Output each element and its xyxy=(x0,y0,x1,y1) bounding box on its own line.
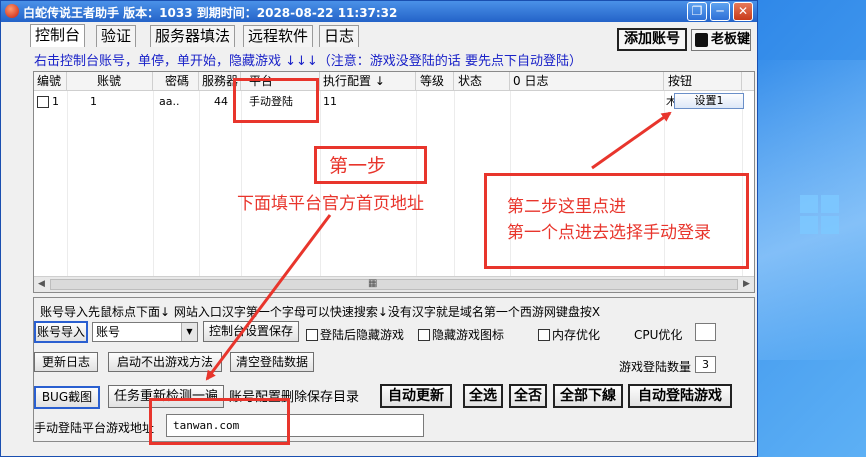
boss-key-icon xyxy=(695,33,708,47)
tab-log[interactable]: 日志 xyxy=(319,25,360,47)
account-select[interactable]: 账号 ▼ xyxy=(92,322,198,342)
minimize-button[interactable]: ─ xyxy=(710,2,730,21)
restore-button[interactable]: ❐ xyxy=(687,2,707,21)
row-checkbox[interactable] xyxy=(37,96,49,108)
cpu-optimize-input[interactable] xyxy=(695,323,716,341)
annotation-step2-line1: 第二步这里点进 xyxy=(507,197,626,217)
boss-key-button[interactable]: 老板键 xyxy=(691,29,751,51)
manual-login-address-label: 手动登陆平台游戏地址 xyxy=(34,421,155,435)
clear-login-data-button[interactable]: 清空登陆数据 xyxy=(230,352,314,372)
annotation-step2-line2: 第一个点进去选择手动登录 xyxy=(507,223,711,243)
memory-optimize-checkbox[interactable]: 内存优化 xyxy=(538,326,600,343)
col-password[interactable]: 密碼 xyxy=(153,72,199,91)
game-login-count-input[interactable]: 3 xyxy=(695,356,716,373)
memory-optimize-label: 内存优化 xyxy=(552,328,601,342)
app-icon xyxy=(5,4,19,18)
col-account[interactable]: 账號 xyxy=(67,72,153,91)
game-login-count-label: 游戏登陆数量 xyxy=(619,360,692,374)
checkbox-box[interactable] xyxy=(418,329,430,341)
checkbox-box[interactable] xyxy=(538,329,550,341)
annotation-step1: 第一步 xyxy=(329,155,387,177)
row-password: aa.. xyxy=(159,95,180,108)
hide-game-icon-checkbox[interactable]: 隐藏游戏图标 xyxy=(418,326,504,343)
console-hint: 右击控制台账号，单停，单开始，隐藏游戏 ↓↓↓（注意：游戏没登陆的话 要先点下自… xyxy=(34,54,582,69)
bug-screenshot-button[interactable]: BUG截图 xyxy=(34,386,100,409)
select-none-button[interactable]: 全否 xyxy=(509,384,547,408)
hide-after-login-label: 登陆后隐藏游戏 xyxy=(320,328,405,342)
tab-verify[interactable]: 验证 xyxy=(96,25,137,47)
import-hint: 账号导入先鼠标点下面↓ 网站入口汉字第一个字母可以快速搜索↓没有汉字就是域名第一… xyxy=(40,305,601,319)
row-server: 44 xyxy=(214,95,228,108)
launch-method-button[interactable]: 启动不出游戏方法 xyxy=(108,352,222,372)
chevron-down-icon: ▼ xyxy=(181,323,197,341)
row-settings-button[interactable]: 设置1 xyxy=(674,93,744,109)
hide-after-login-checkbox[interactable]: 登陆后隐藏游戏 xyxy=(306,326,404,343)
close-button[interactable]: ✕ xyxy=(733,2,753,21)
update-log-button[interactable]: 更新日志 xyxy=(34,352,98,372)
account-select-value: 账号 xyxy=(96,325,121,339)
windows-logo-icon xyxy=(800,195,840,235)
tab-remote-software[interactable]: 远程软件 xyxy=(243,25,314,47)
grid-header: 编號 账號 密碼 服務器 平台 执行配置 ↓ 等级 状态 0 日志 按钮 xyxy=(34,72,754,91)
col-button[interactable]: 按钮 xyxy=(664,72,742,91)
checkbox-box[interactable] xyxy=(306,329,318,341)
horizontal-scrollbar[interactable]: ◀ ▦ ▶ xyxy=(34,276,754,292)
account-import-button[interactable]: 账号导入 xyxy=(34,321,88,343)
auto-update-button[interactable]: 自动更新 xyxy=(380,384,452,408)
auto-login-game-button[interactable]: 自动登陆游戏 xyxy=(628,384,732,408)
annotation-box-address xyxy=(149,398,290,445)
console-settings-save-button[interactable]: 控制台设置保存 xyxy=(203,321,299,342)
hide-game-icon-label: 隐藏游戏图标 xyxy=(432,328,505,342)
grid-divider xyxy=(454,91,455,276)
tab-server-fill[interactable]: 服务器填法 xyxy=(150,25,236,47)
annotation-box-platform xyxy=(233,78,319,123)
annotation-step1-detail: 下面填平台官方首页地址 xyxy=(237,194,424,214)
row-account: 1 xyxy=(90,95,97,108)
cpu-optimize-label: CPU优化 xyxy=(634,328,683,342)
col-level[interactable]: 等级 xyxy=(416,72,454,91)
grid-divider xyxy=(199,91,200,276)
grid-divider xyxy=(153,91,154,276)
add-account-button[interactable]: 添加账号 xyxy=(617,28,687,51)
col-id[interactable]: 编號 xyxy=(34,72,67,91)
grid-divider xyxy=(67,91,68,276)
select-all-button[interactable]: 全选 xyxy=(463,384,503,408)
scroll-right-icon[interactable]: ▶ xyxy=(743,279,750,289)
boss-key-label: 老板键 xyxy=(711,32,751,47)
col-exec-config[interactable]: 执行配置 ↓ xyxy=(320,72,416,91)
all-offline-button[interactable]: 全部下線 xyxy=(553,384,623,408)
window-title: 白蛇传说王者助手 版本：1033 到期时间：2028-08-22 11:37:3… xyxy=(23,6,398,20)
col-log[interactable]: 0 日志 xyxy=(510,72,664,91)
title-bar[interactable]: 白蛇传说王者助手 版本：1033 到期时间：2028-08-22 11:37:3… xyxy=(1,1,757,22)
scrollbar-thumb[interactable] xyxy=(50,279,738,290)
col-status[interactable]: 状态 xyxy=(454,72,510,91)
row-exec-config: 11 xyxy=(323,95,337,108)
scroll-left-icon[interactable]: ◀ xyxy=(38,279,45,289)
scroll-grip-icon: ▦ xyxy=(368,278,378,289)
tab-console[interactable]: 控制台 xyxy=(30,24,86,47)
row-id: 1 xyxy=(52,95,59,108)
